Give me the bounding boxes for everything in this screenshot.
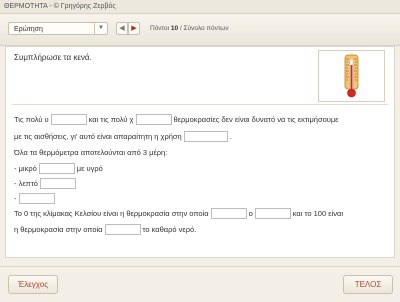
line6-text: - — [14, 194, 17, 203]
total-points-label: Σύνολο πόντων — [183, 25, 229, 32]
mode-select[interactable]: Ερώτηση ▼ — [8, 22, 108, 35]
sentence-line-8: η θερμοκρασία στην οποία το καθαρό νερό. — [14, 224, 196, 235]
line7-text-b: ο — [248, 209, 253, 218]
exercise-panel: Συμπλήρωσε τα κενά. Τις πολύ υ και τις π… — [5, 46, 395, 258]
line4-text-b: με υγρό — [76, 164, 103, 173]
check-button[interactable]: Έλεγχος — [8, 275, 58, 294]
blank-input-5[interactable] — [39, 178, 76, 189]
blank-input-8[interactable] — [254, 208, 291, 219]
line2-text-a: με τις αισθήσεις, γι' αυτό είναι απαραίτ… — [14, 132, 182, 141]
previous-arrow-icon: ◀ — [119, 25, 125, 32]
line5-text: - λεπτό — [14, 179, 38, 188]
chevron-down-icon: ▼ — [94, 23, 107, 34]
blank-input-6[interactable] — [18, 193, 55, 204]
line8-text-b: το καθαρό νερό. — [142, 225, 197, 234]
points-label: Πόντοι — [150, 25, 170, 32]
thermometer-image — [318, 50, 385, 102]
sentence-line-1: Τις πολύ υ και τις πολύ χ θερμοκρασίες δ… — [14, 114, 339, 125]
points-value: 10 — [170, 25, 179, 32]
line7-text-a: Το 0 της κλίμακας Κελσίου είναι η θερμοκ… — [14, 209, 209, 218]
blank-input-3[interactable] — [183, 131, 228, 142]
blank-input-9[interactable] — [104, 224, 141, 235]
sentence-line-5: - λεπτό — [14, 178, 78, 189]
next-button[interactable]: ▶ — [128, 22, 140, 35]
line2-text-b: . — [229, 132, 232, 141]
blank-input-7[interactable] — [210, 208, 247, 219]
next-arrow-icon: ▶ — [131, 25, 137, 32]
blank-input-1[interactable] — [50, 114, 87, 125]
mode-select-value: Ερώτηση — [14, 26, 43, 33]
line1-text-b: και τις πολύ χ — [88, 115, 134, 124]
line8-text-a: η θερμοκρασία στην οποία — [14, 225, 103, 234]
sentence-line-3: Όλα τα θερμόμετρα αποτελούνται από 3 μέρ… — [14, 148, 168, 157]
points-separator: / — [179, 25, 182, 32]
sentence-line-7: Το 0 της κλίμακας Κελσίου είναι η θερμοκ… — [14, 208, 343, 219]
end-button[interactable]: ΤΕΛΟΣ — [343, 275, 393, 294]
points-counter: Πόντοι 10 / Σύνολο πόντων — [150, 22, 229, 35]
window-title: ΘΕΡΜΟΤΗΤΑ - © Γρηγόρης Ζερβός — [0, 0, 400, 14]
blank-input-4[interactable] — [38, 163, 75, 174]
footer-bar — [0, 266, 400, 302]
sentence-line-6: - — [14, 193, 57, 204]
line4-text-a: - μικρό — [14, 164, 37, 173]
sentence-line-4: - μικρό με υγρό — [14, 163, 103, 174]
sentence-line-2: με τις αισθήσεις, γι' αυτό είναι απαραίτ… — [14, 131, 232, 142]
divider — [12, 104, 388, 105]
line7-text-c: και το 100 είναι — [292, 209, 343, 218]
line1-text-c: θερμοκρασίες δεν είναι δυνατό να τις εκτ… — [173, 115, 339, 124]
line1-text-a: Τις πολύ υ — [14, 115, 49, 124]
instruction-text: Συμπλήρωσε τα κενά. — [14, 53, 92, 62]
previous-button[interactable]: ◀ — [116, 22, 128, 35]
blank-input-2[interactable] — [135, 114, 172, 125]
thermometer-icon — [319, 51, 384, 101]
